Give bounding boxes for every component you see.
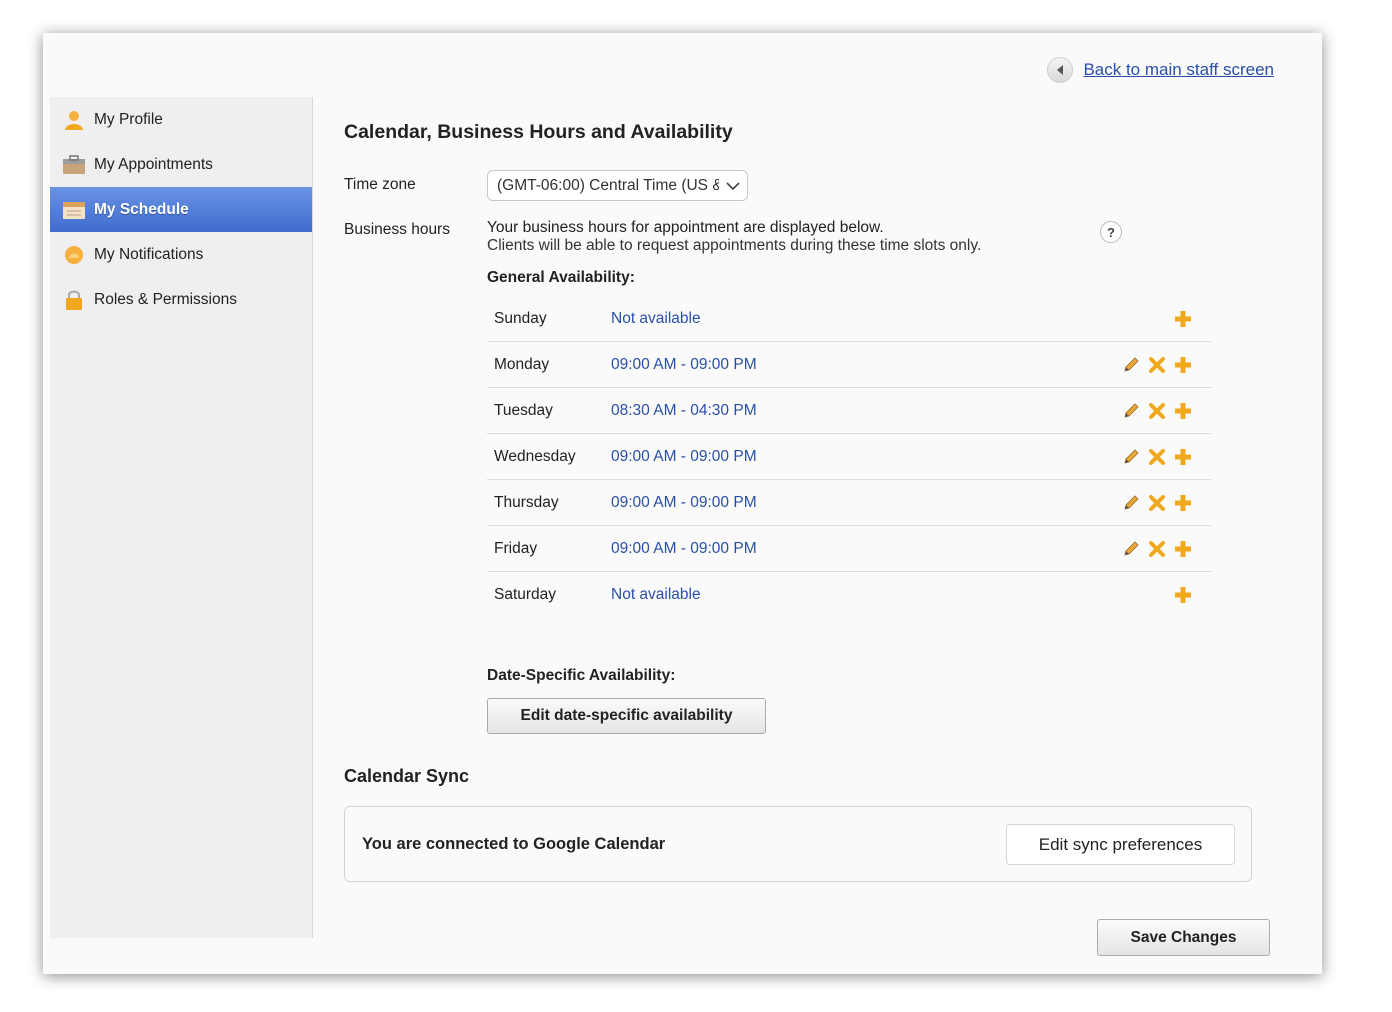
timezone-label: Time zone <box>344 176 416 193</box>
edit-pencil-icon[interactable] <box>1121 539 1141 559</box>
timezone-select[interactable]: (GMT-06:00) Central Time (US & Canada) <box>487 170 748 201</box>
sync-status: You are connected to Google Calendar <box>362 835 666 853</box>
calendar-sync-panel: You are connected to Google Calendar Edi… <box>344 806 1252 882</box>
delete-x-icon[interactable] <box>1147 447 1167 467</box>
add-icon[interactable] <box>1173 447 1193 467</box>
edit-pencil-icon[interactable] <box>1121 447 1141 467</box>
page-title: Calendar, Business Hours and Availabilit… <box>344 121 733 143</box>
add-icon[interactable] <box>1173 493 1193 513</box>
day-name: Wednesday <box>494 447 576 465</box>
sidebar-item-my-notifications[interactable]: My Notifications <box>50 232 312 277</box>
bell-icon <box>62 244 86 266</box>
day-row-wednesday: Wednesday 09:00 AM - 09:00 PM <box>487 434 1211 480</box>
briefcase-icon <box>62 154 86 176</box>
edit-pencil-icon[interactable] <box>1121 493 1141 513</box>
sidebar-item-label: My Appointments <box>94 155 213 173</box>
sidebar-item-my-appointments[interactable]: My Appointments <box>50 142 312 187</box>
sidebar-item-my-profile[interactable]: My Profile <box>50 97 312 142</box>
edit-pencil-icon[interactable] <box>1121 401 1141 421</box>
back-link-label: Back to main staff screen <box>1083 60 1274 79</box>
staff-settings-window: Back to main staff screen My Profile My … <box>43 33 1322 974</box>
chevron-down-icon <box>725 178 741 199</box>
delete-x-icon[interactable] <box>1147 355 1167 375</box>
delete-x-icon[interactable] <box>1147 401 1167 421</box>
day-row-saturday: Saturday Not available <box>487 572 1211 618</box>
day-name: Thursday <box>494 493 559 511</box>
timezone-value: (GMT-06:00) Central Time (US & Canada) <box>497 176 719 194</box>
delete-x-icon[interactable] <box>1147 493 1167 513</box>
lock-icon <box>62 289 86 311</box>
person-icon <box>62 109 86 131</box>
sidebar-item-label: My Schedule <box>94 200 189 218</box>
day-row-sunday: Sunday Not available <box>487 296 1211 342</box>
help-icon[interactable]: ? <box>1100 221 1122 243</box>
day-row-friday: Friday 09:00 AM - 09:00 PM <box>487 526 1211 572</box>
edit-date-specific-button[interactable]: Edit date-specific availability <box>487 698 766 734</box>
day-hours[interactable]: 09:00 AM - 09:00 PM <box>611 494 757 512</box>
sidebar-item-label: Roles & Permissions <box>94 290 237 308</box>
day-hours[interactable]: 08:30 AM - 04:30 PM <box>611 402 757 420</box>
day-name: Saturday <box>494 586 557 603</box>
date-specific-title: Date-Specific Availability: <box>487 667 676 684</box>
day-row-thursday: Thursday 09:00 AM - 09:00 PM <box>487 480 1211 526</box>
day-hours[interactable]: 09:00 AM - 09:00 PM <box>611 356 757 374</box>
description-line-1: Your business hours for appointment are … <box>487 219 884 236</box>
general-availability-title: General Availability: <box>487 269 635 286</box>
day-row-monday: Monday 09:00 AM - 09:00 PM <box>487 342 1211 388</box>
back-arrow-icon <box>1047 57 1074 83</box>
add-icon[interactable] <box>1173 401 1193 421</box>
day-row-tuesday: Tuesday 08:30 AM - 04:30 PM <box>487 388 1211 434</box>
day-hours[interactable]: Not available <box>611 586 701 604</box>
sidebar: My Profile My Appointments My Schedule M… <box>50 97 313 938</box>
business-hours-label: Business hours <box>344 221 450 238</box>
sidebar-item-roles-permissions[interactable]: Roles & Permissions <box>50 277 312 322</box>
sidebar-item-label: My Notifications <box>94 245 204 263</box>
day-name: Tuesday <box>494 401 553 419</box>
availability-table: Sunday Not available Monday 09:00 AM - 0… <box>487 296 1211 618</box>
add-icon[interactable] <box>1173 585 1193 605</box>
add-icon[interactable] <box>1173 309 1193 329</box>
day-hours[interactable]: Not available <box>611 310 701 328</box>
delete-x-icon[interactable] <box>1147 539 1167 559</box>
day-name: Sunday <box>494 309 547 327</box>
sidebar-item-label: My Profile <box>94 110 163 128</box>
top-bar: Back to main staff screen <box>43 33 1322 97</box>
edit-pencil-icon[interactable] <box>1121 355 1141 375</box>
day-hours[interactable]: 09:00 AM - 09:00 PM <box>611 448 757 466</box>
calendar-icon <box>62 199 86 221</box>
business-hours-description: Your business hours for appointment are … <box>487 219 981 255</box>
day-name: Monday <box>494 355 550 373</box>
edit-sync-preferences-button[interactable]: Edit sync preferences <box>1006 824 1235 865</box>
calendar-sync-title: Calendar Sync <box>344 766 470 786</box>
add-icon[interactable] <box>1173 539 1193 559</box>
description-line-2: Clients will be able to request appointm… <box>487 237 982 254</box>
add-icon[interactable] <box>1173 355 1193 375</box>
day-name: Friday <box>494 539 538 557</box>
save-changes-button[interactable]: Save Changes <box>1097 919 1270 956</box>
sidebar-item-my-schedule[interactable]: My Schedule <box>50 187 312 232</box>
back-to-staff-link[interactable]: Back to main staff screen <box>1047 57 1274 83</box>
day-hours[interactable]: 09:00 AM - 09:00 PM <box>611 540 757 558</box>
